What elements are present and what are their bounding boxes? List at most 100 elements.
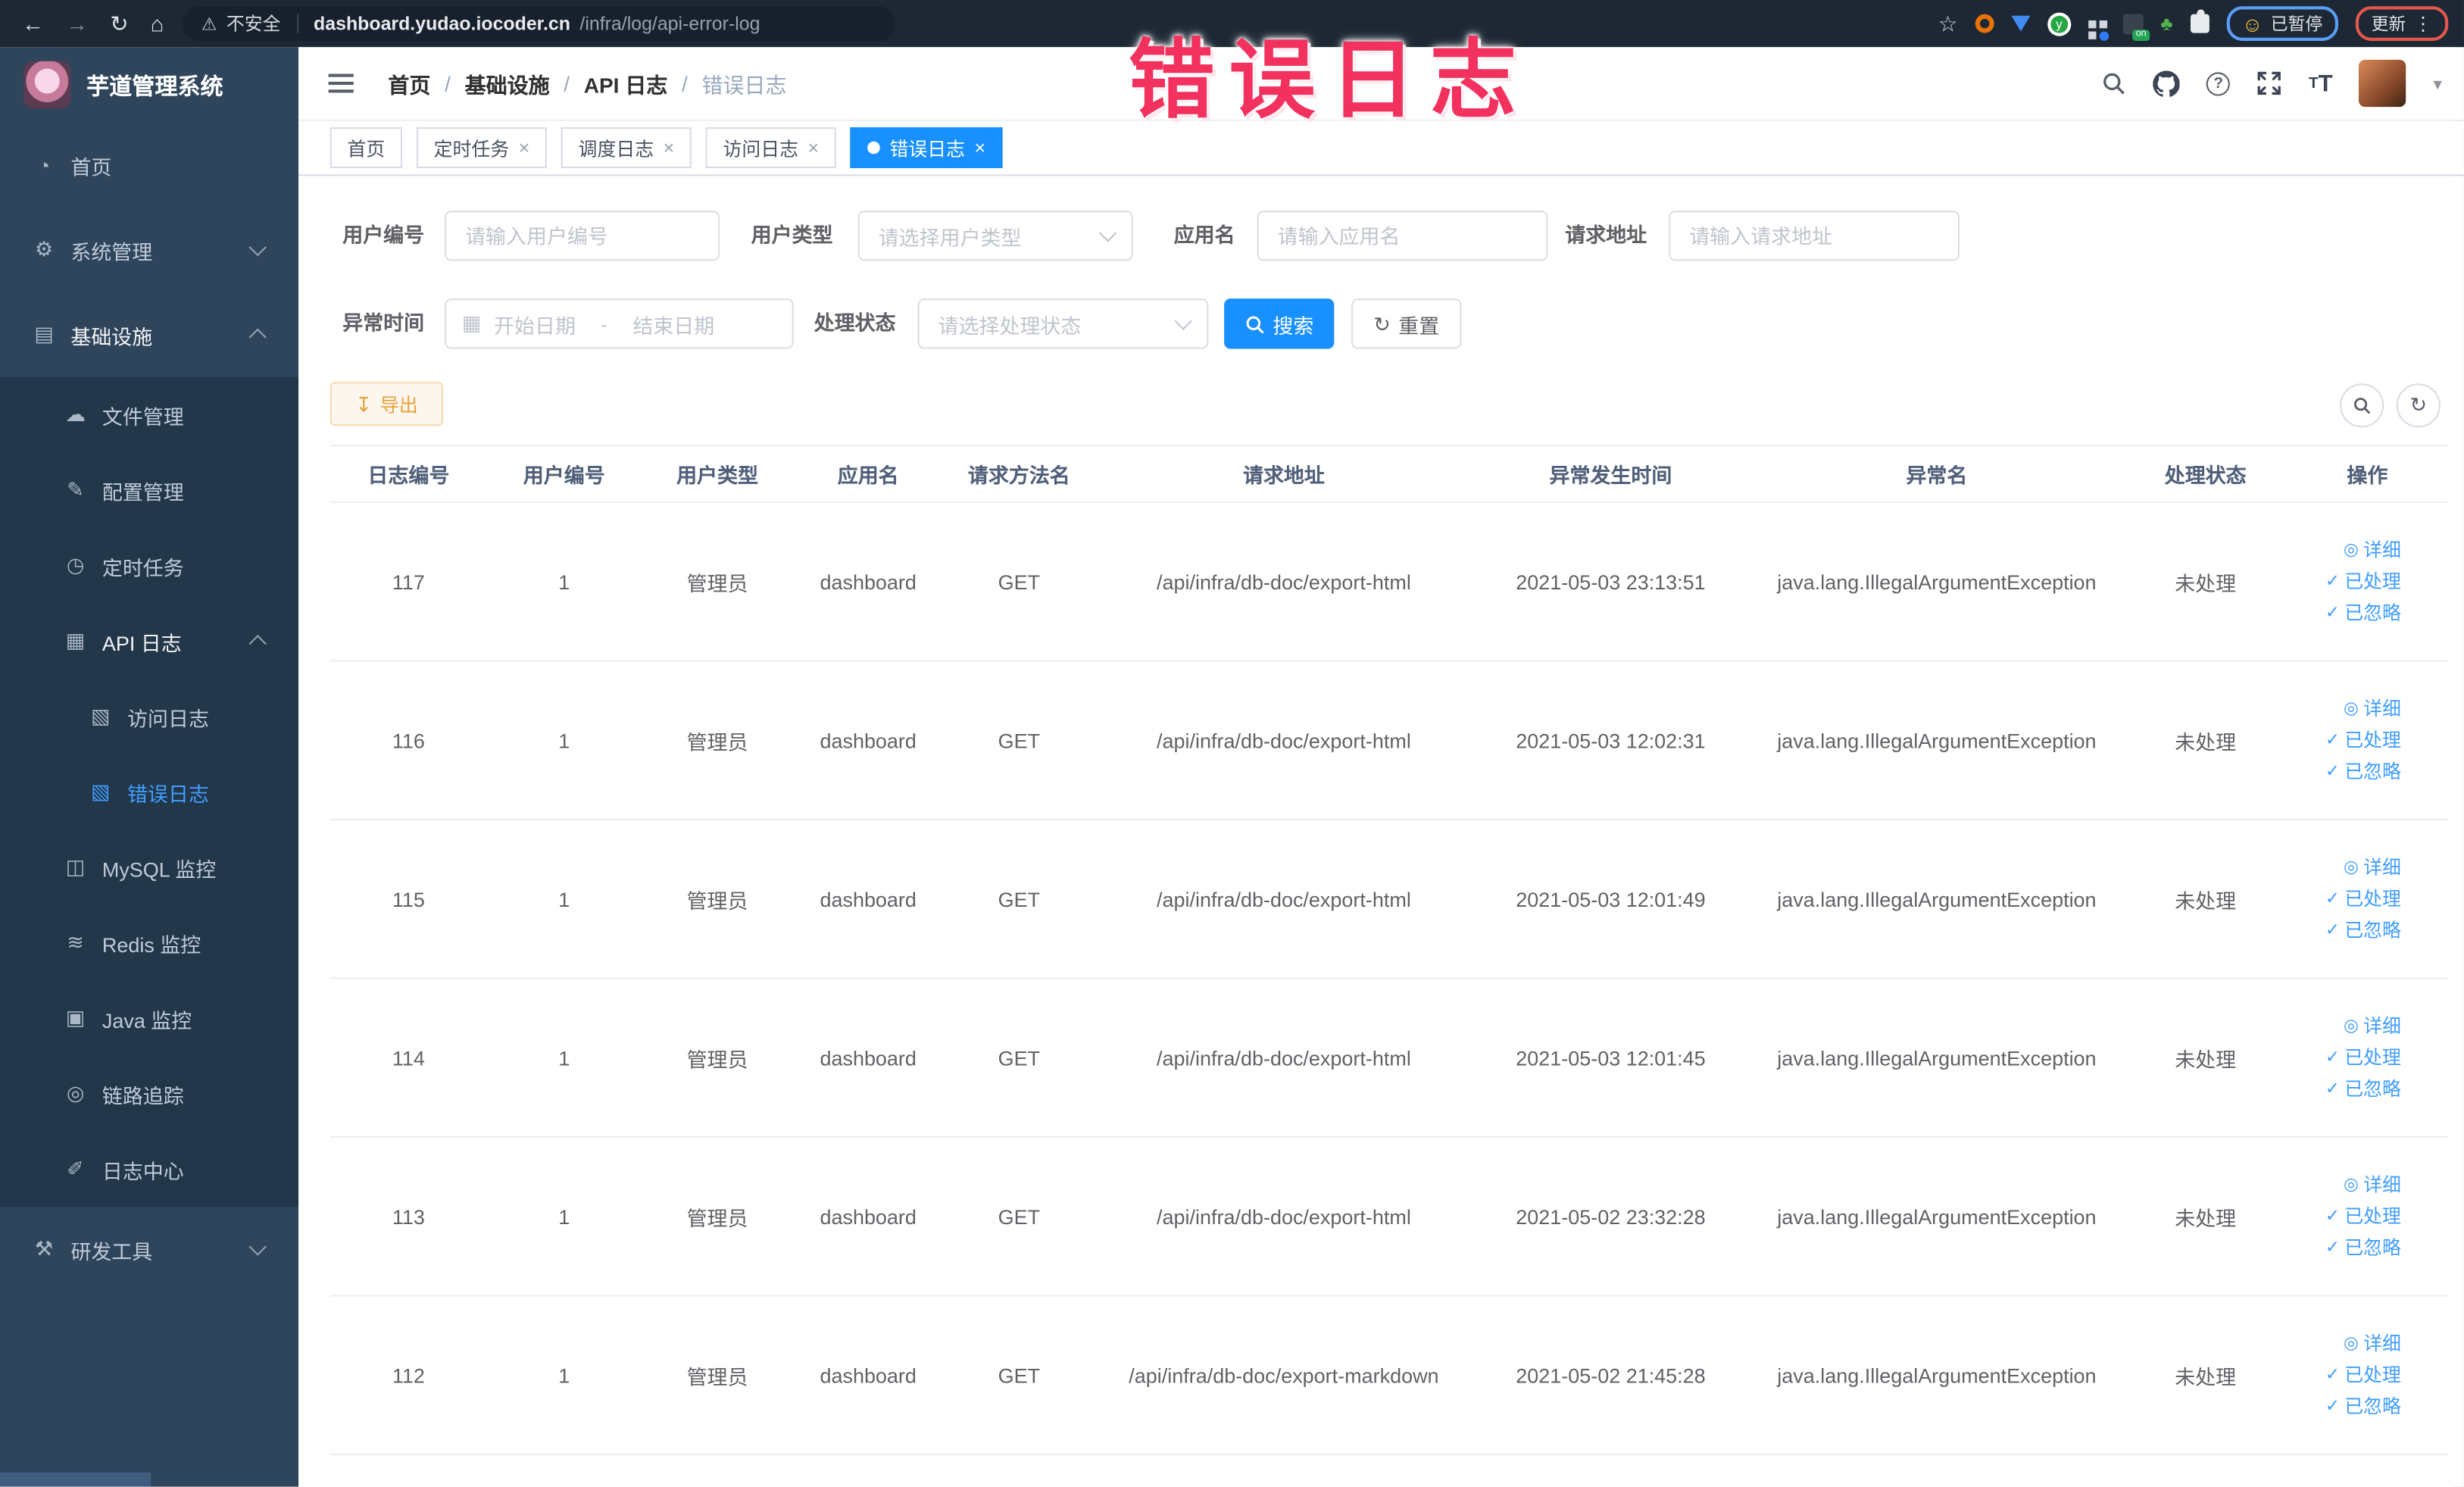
sidebar-item-api-log[interactable]: ▦ API 日志 xyxy=(0,604,298,679)
sidebar-item-config-management[interactable]: ✎ 配置管理 xyxy=(0,452,298,528)
sidebar-item-mysql-monitor[interactable]: ◫ MySQL 监控 xyxy=(0,829,298,905)
user-avatar[interactable] xyxy=(2359,59,2407,108)
action-link[interactable]: ◎ 详细 xyxy=(2344,1015,2401,1036)
extension-plant-icon[interactable]: ♣ xyxy=(2160,13,2172,35)
action-link[interactable]: ◎ 详细 xyxy=(2344,698,2401,719)
extension-on-switch-icon[interactable] xyxy=(2122,13,2150,40)
action-link[interactable]: ✓ 已处理 xyxy=(2325,1047,2401,1068)
sidebar-item-error-log[interactable]: ▧ 错误日志 xyxy=(0,754,298,830)
cell-url: /api/infra/db-doc/export-markdown xyxy=(1129,1363,1439,1387)
tab-error-log[interactable]: 错误日志 × xyxy=(850,127,1003,168)
sidebar-item-dev-tools[interactable]: ⚒ 研发工具 xyxy=(0,1207,298,1292)
action-link[interactable]: ✓ 已忽略 xyxy=(2325,761,2401,782)
action-link[interactable]: ✓ 已处理 xyxy=(2325,729,2401,751)
browser-back-icon[interactable]: ← xyxy=(22,0,44,47)
search-icon[interactable] xyxy=(2101,70,2126,95)
devtools-icon: ⚒ xyxy=(34,1236,54,1261)
browser-reload-icon[interactable]: ↻ xyxy=(110,0,128,47)
user-menu-caret-icon[interactable]: ▾ xyxy=(2433,73,2441,94)
exception-time-range-picker[interactable]: ▦ 开始日期 - 结束日期 xyxy=(445,298,794,349)
cell-url: /api/infra/db-doc/export-html xyxy=(1157,728,1411,752)
sidebar-scrollbar[interactable] xyxy=(0,1472,151,1487)
cell-exception: java.lang.IllegalArgumentException xyxy=(1777,1204,2097,1229)
header-actions: ? TT ▾ xyxy=(2101,59,2442,108)
collapse-sidebar-icon[interactable] xyxy=(322,63,360,104)
action-link[interactable]: ✓ 已忽略 xyxy=(2325,1237,2401,1258)
user-id-label: 用户编号 xyxy=(342,223,425,247)
action-link[interactable]: ✓ 已忽略 xyxy=(2325,920,2401,941)
user-type-select[interactable]: 请选择用户类型 xyxy=(857,210,1133,261)
tab-schedule-log[interactable]: 调度日志 × xyxy=(561,127,692,168)
fullscreen-icon[interactable] xyxy=(2257,70,2282,95)
check-icon: ✓ xyxy=(2325,729,2341,749)
refresh-table-button[interactable]: ↻ xyxy=(2396,383,2441,428)
action-label: 详细 xyxy=(2363,697,2401,720)
column-header: 操作 xyxy=(2347,464,2388,488)
action-link[interactable]: ✓ 已处理 xyxy=(2325,888,2401,909)
breadcrumb-item[interactable]: 基础设施 xyxy=(465,67,550,98)
cell-status: 未处理 xyxy=(2175,1047,2237,1071)
action-link[interactable]: ◎ 详细 xyxy=(2344,1332,2401,1354)
toggle-search-button[interactable] xyxy=(2340,383,2384,428)
breadcrumb-item[interactable]: 首页 xyxy=(388,67,430,98)
column-header: 异常名 xyxy=(1906,464,1968,488)
action-link[interactable]: ✓ 已处理 xyxy=(2325,1205,2401,1226)
close-icon[interactable]: × xyxy=(975,139,986,158)
extensions-puzzle-icon[interactable] xyxy=(2190,9,2209,33)
api-log-icon: ▦ xyxy=(65,628,86,652)
sidebar-item-access-log[interactable]: ▧ 访问日志 xyxy=(0,679,298,754)
tab-scheduled-jobs[interactable]: 定时任务 × xyxy=(416,127,548,168)
chevron-down-icon xyxy=(248,1238,267,1256)
help-icon[interactable]: ? xyxy=(2206,71,2231,95)
action-link[interactable]: ✓ 已忽略 xyxy=(2325,1078,2401,1099)
browser-forward-icon[interactable]: → xyxy=(66,0,88,47)
action-link[interactable]: ◎ 详细 xyxy=(2344,857,2401,878)
request-url-input[interactable] xyxy=(1669,210,1960,261)
sidebar-item-infrastructure[interactable]: ▤ 基础设施 xyxy=(0,292,298,377)
breadcrumb-item[interactable]: API 日志 xyxy=(584,67,668,98)
close-icon[interactable]: × xyxy=(664,139,675,158)
action-link[interactable]: ✓ 已忽略 xyxy=(2325,1395,2401,1417)
sidebar-item-redis-monitor[interactable]: ≋ Redis 监控 xyxy=(0,905,298,981)
sidebar-item-system-management[interactable]: ⚙ 系统管理 xyxy=(0,208,298,292)
extension-grid-icon[interactable] xyxy=(2088,19,2109,40)
browser-menu-kebab-icon[interactable]: ⋮ xyxy=(2414,13,2433,35)
export-button[interactable]: ↧ 导出 xyxy=(329,382,444,426)
font-size-icon[interactable]: TT xyxy=(2309,70,2333,96)
extension-shield-icon[interactable] xyxy=(2011,15,2031,32)
app-name-input[interactable] xyxy=(1257,210,1548,261)
process-status-select[interactable]: 请选择处理状态 xyxy=(917,298,1209,349)
cell-exception: java.lang.IllegalArgumentException xyxy=(1777,728,2097,752)
paused-badge[interactable]: ☺ 已暂停 xyxy=(2226,6,2339,41)
tab-label: 定时任务 xyxy=(433,137,510,160)
close-icon[interactable]: × xyxy=(808,139,820,158)
extension-donut-icon[interactable] xyxy=(1975,14,1994,33)
action-link[interactable]: ✓ 已处理 xyxy=(2325,570,2401,592)
browser-home-icon[interactable]: ⌂ xyxy=(151,0,164,47)
action-link[interactable]: ◎ 详细 xyxy=(2344,539,2401,561)
sidebar-item-scheduled-jobs[interactable]: ◷ 定时任务 xyxy=(0,528,298,604)
sidebar-item-home[interactable]: ◔ 首页 xyxy=(0,123,298,208)
github-icon[interactable] xyxy=(2153,70,2180,96)
tab-access-log[interactable]: 访问日志 × xyxy=(705,127,836,168)
search-button[interactable]: 搜索 xyxy=(1224,298,1335,349)
sidebar-item-file-management[interactable]: ☁ 文件管理 xyxy=(0,377,298,453)
sidebar-item-java-monitor[interactable]: ▣ Java 监控 xyxy=(0,981,298,1057)
action-link[interactable]: ◎ 详细 xyxy=(2344,1174,2401,1195)
cell-method: GET xyxy=(998,1363,1041,1387)
action-link[interactable]: ✓ 已忽略 xyxy=(2325,602,2401,623)
extension-y-icon[interactable]: y xyxy=(2047,11,2071,36)
screen: ← → ↻ ⌂ ⚠ 不安全 dashboard.yudao.iocoder.cn… xyxy=(0,0,2464,1487)
view-icon: ◎ xyxy=(2344,857,2359,876)
user-id-input[interactable] xyxy=(445,210,720,261)
bookmark-star-icon[interactable]: ☆ xyxy=(1938,10,1958,36)
app-logo-row[interactable]: 芋道管理系统 xyxy=(0,47,298,123)
update-badge[interactable]: 更新 ⋮ xyxy=(2355,6,2449,41)
close-icon[interactable]: × xyxy=(519,139,530,158)
action-link[interactable]: ✓ 已处理 xyxy=(2325,1364,2401,1385)
sidebar-item-trace[interactable]: ◎ 链路追踪 xyxy=(0,1056,298,1132)
sidebar-item-log-center[interactable]: ✐ 日志中心 xyxy=(0,1132,298,1207)
tab-home[interactable]: 首页 xyxy=(329,127,403,168)
reset-button[interactable]: ↻ 重置 xyxy=(1351,298,1462,349)
address-bar[interactable]: ⚠ 不安全 dashboard.yudao.iocoder.cn/infra/l… xyxy=(183,6,896,41)
